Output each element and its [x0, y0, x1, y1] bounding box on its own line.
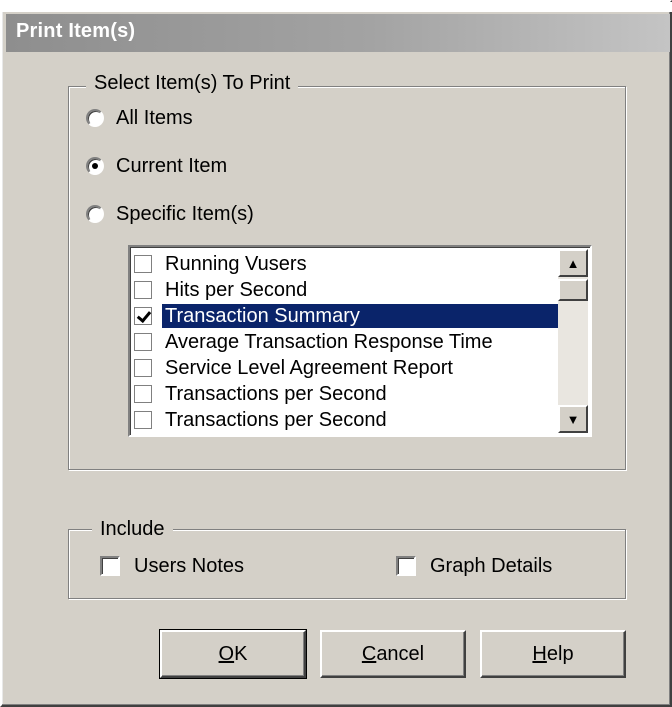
radio-button[interactable]	[86, 205, 104, 223]
radio-current-item[interactable]: Current Item	[86, 153, 227, 179]
vertical-scrollbar[interactable]: ▲ ▼	[558, 249, 588, 433]
print-items-dialog: Print Item(s) Select Item(s) To Print Al…	[0, 0, 672, 707]
item-checkbox[interactable]	[134, 307, 152, 325]
users-notes-label: Users Notes	[134, 554, 245, 577]
list-item[interactable]: Transaction Summary	[134, 303, 560, 329]
cancel-mnemonic: C	[361, 642, 377, 665]
radio-label: All Items	[116, 106, 193, 129]
item-checkbox[interactable]	[134, 255, 152, 273]
arrow-up-icon: ▲	[566, 255, 580, 271]
cancel-label-rest: ancel	[376, 642, 425, 665]
item-checkbox[interactable]	[134, 385, 152, 403]
items-listbox[interactable]: Running Vusers Hits per Second Transaction…	[128, 245, 592, 437]
users-notes-checkbox[interactable]	[100, 556, 120, 576]
item-label: Transaction Summary	[162, 304, 560, 328]
item-label: Running Vusers	[165, 253, 307, 275]
ok-mnemonic: O	[218, 642, 235, 665]
item-label: Service Level Agreement Report	[165, 357, 453, 379]
scroll-thumb[interactable]	[558, 279, 588, 301]
help-label-rest: elp	[546, 642, 574, 665]
radio-all-items[interactable]: All Items	[86, 105, 193, 131]
item-label: Transactions per Second	[165, 409, 387, 431]
help-mnemonic: H	[532, 642, 547, 665]
include-legend: Include	[92, 518, 173, 541]
top-edge	[2, 2, 672, 12]
graph-details-label: Graph Details	[430, 554, 553, 577]
item-checkbox[interactable]	[134, 359, 152, 377]
select-items-legend: Select Item(s) To Print	[86, 72, 299, 95]
dialog-title: Print Item(s)	[16, 20, 136, 42]
scroll-down-button[interactable]: ▼	[558, 405, 588, 433]
help-button[interactable]: Help	[480, 630, 626, 678]
item-checkbox[interactable]	[134, 281, 152, 299]
arrow-down-icon: ▼	[566, 411, 580, 427]
item-checkbox[interactable]	[134, 411, 152, 429]
list-item[interactable]: Average Transaction Response Time	[134, 329, 560, 355]
item-label: Transactions per Second	[165, 383, 387, 405]
list-item[interactable]: Transactions per Second	[134, 381, 560, 407]
radio-button[interactable]	[86, 109, 104, 127]
list-item[interactable]: Running Vusers	[134, 251, 560, 277]
radio-label: Specific Item(s)	[116, 202, 254, 225]
ok-button[interactable]: OK	[159, 629, 307, 679]
radio-label: Current Item	[116, 154, 228, 177]
item-label: Average Transaction Response Time	[165, 331, 493, 353]
radio-button[interactable]	[86, 157, 104, 175]
radio-specific-items[interactable]: Specific Item(s)	[86, 201, 254, 227]
item-checkbox[interactable]	[134, 333, 152, 351]
scroll-up-button[interactable]: ▲	[558, 249, 588, 277]
item-label: Hits per Second	[165, 279, 308, 301]
graph-details-checkbox-row[interactable]: Graph Details	[396, 553, 552, 579]
ok-label-rest: K	[234, 642, 248, 665]
cancel-button[interactable]: Cancel	[320, 630, 466, 678]
list-item[interactable]: Transactions per Second	[134, 407, 560, 433]
list-item[interactable]: Service Level Agreement Report	[134, 355, 560, 381]
graph-details-checkbox[interactable]	[396, 556, 416, 576]
users-notes-checkbox-row[interactable]: Users Notes	[100, 553, 244, 579]
items-list: Running Vusers Hits per Second Transaction…	[134, 251, 560, 433]
title-bar[interactable]: Print Item(s)	[6, 14, 670, 52]
list-item[interactable]: Hits per Second	[134, 277, 560, 303]
